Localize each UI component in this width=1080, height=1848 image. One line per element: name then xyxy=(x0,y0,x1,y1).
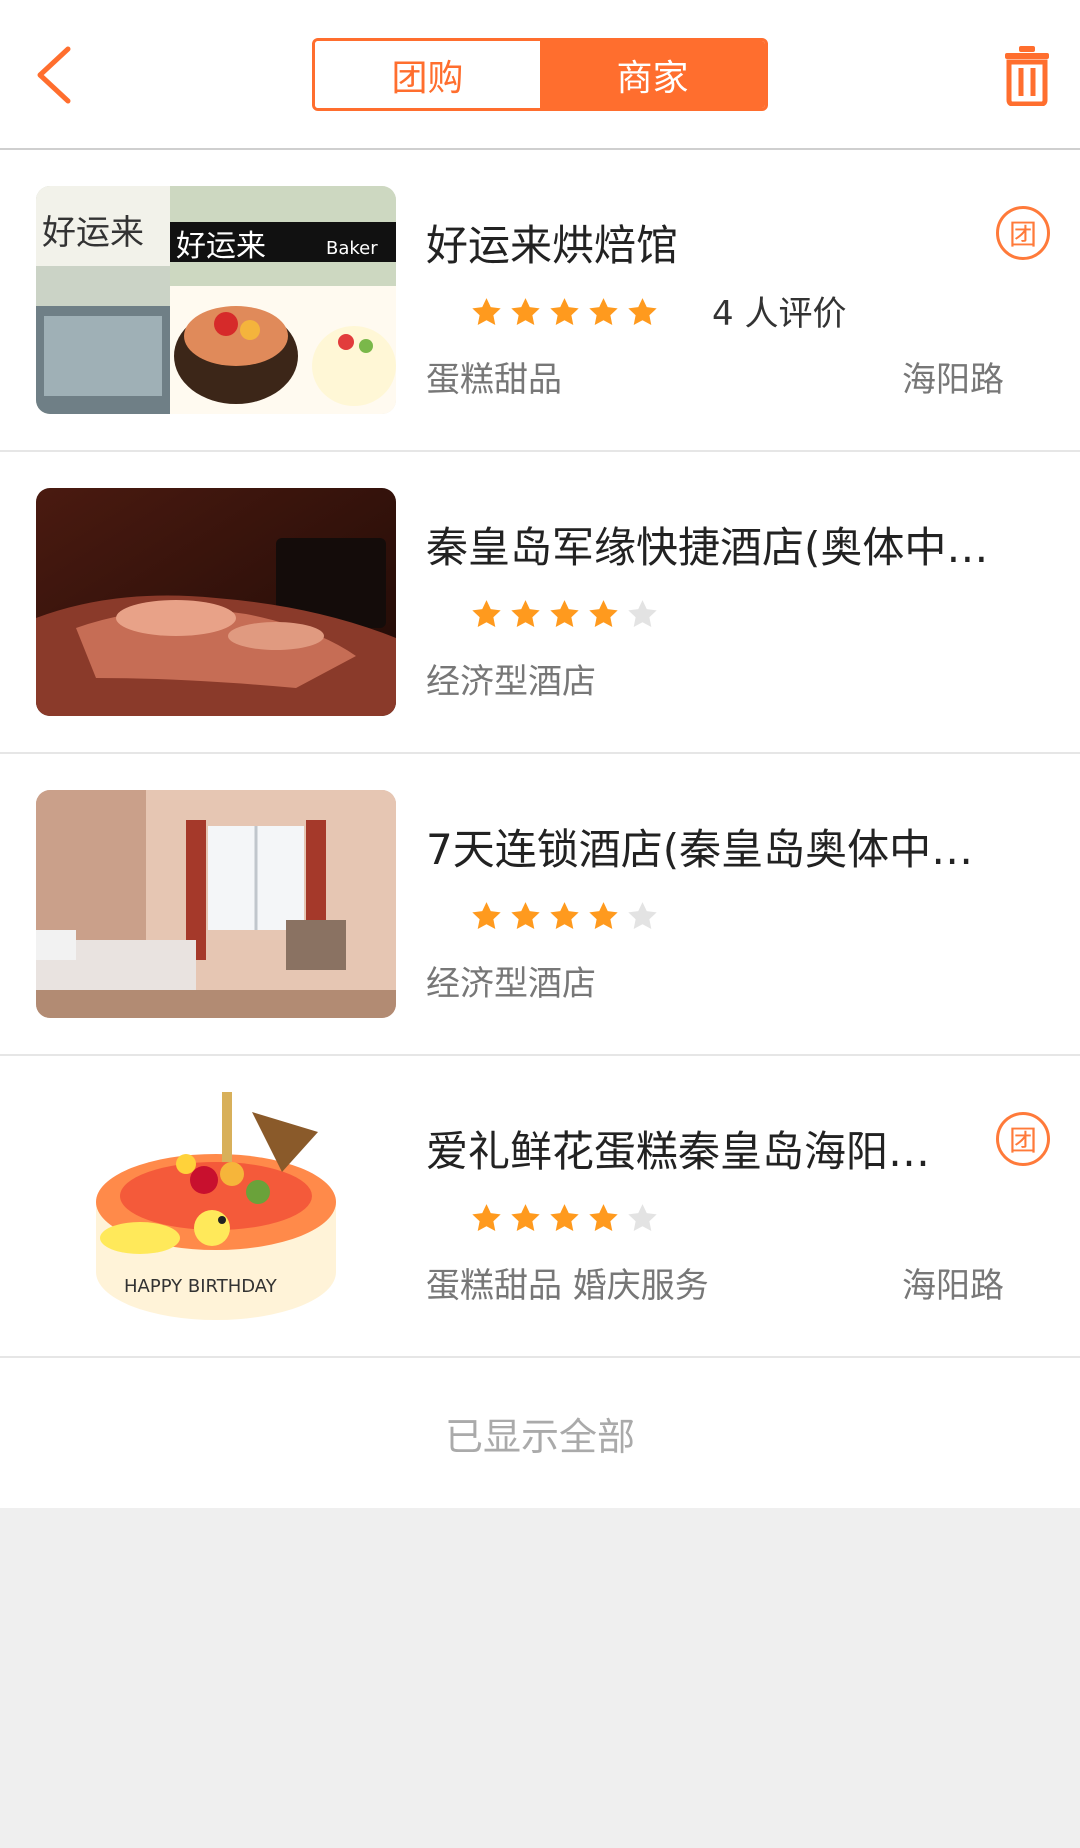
svg-text:好运来: 好运来 xyxy=(176,229,266,264)
star-filled-icon xyxy=(472,902,501,930)
tab-merchant[interactable]: 商家 xyxy=(540,41,765,108)
svg-text:好运来: 好运来 xyxy=(42,213,144,253)
star-filled-icon xyxy=(550,600,579,628)
star-filled-icon xyxy=(550,902,579,930)
star-filled-icon xyxy=(511,600,540,628)
merchant-thumbnail: HAPPY BIRTHDAY xyxy=(36,1092,396,1320)
star-filled-icon xyxy=(589,1204,618,1232)
merchant-category: 蛋糕甜品 婚庆服务 xyxy=(426,1266,709,1306)
star-filled-icon xyxy=(472,600,501,628)
header-bar: 团购 商家 xyxy=(0,0,1080,150)
merchant-category: 蛋糕甜品 xyxy=(426,360,562,400)
merchant-location: 海阳路 xyxy=(902,360,1004,400)
end-of-list-text: 已显示全部 xyxy=(444,1414,635,1459)
segment-control: 团购 商家 xyxy=(312,38,768,111)
merchant-title: 爱礼鲜花蛋糕秦皇岛海阳… xyxy=(426,1127,931,1176)
star-empty-icon xyxy=(628,1204,657,1232)
group-buy-badge-icon: 团 xyxy=(996,1112,1050,1166)
star-empty-icon xyxy=(628,902,657,930)
star-filled-icon xyxy=(550,298,579,326)
merchant-item[interactable]: HAPPY BIRTHDAY 爱礼鲜花蛋糕秦皇岛海阳… 团 蛋糕甜品 婚庆服务 … xyxy=(0,1056,1080,1358)
star-filled-icon xyxy=(511,298,540,326)
merchant-title: 7天连锁酒店(秦皇岛奥体中… xyxy=(426,825,974,874)
star-rating xyxy=(470,598,659,631)
merchant-list: 好运来 好运来 Baker 好运来烘焙馆 团 4 人评价 蛋糕甜品 海阳路 秦皇… xyxy=(0,150,1080,1508)
delete-button[interactable] xyxy=(992,40,1062,110)
merchant-title: 好运来烘焙馆 xyxy=(426,221,679,270)
merchant-location: 海阳路 xyxy=(902,1266,1004,1306)
merchant-thumbnail xyxy=(36,488,396,716)
group-buy-badge-icon: 团 xyxy=(996,206,1050,260)
star-filled-icon xyxy=(550,1204,579,1232)
merchant-thumbnail: 好运来 好运来 Baker xyxy=(36,186,396,414)
merchant-item[interactable]: 7天连锁酒店(秦皇岛奥体中… 经济型酒店 xyxy=(0,754,1080,1056)
star-filled-icon xyxy=(589,902,618,930)
star-rating xyxy=(470,900,659,933)
review-count: 4 人评价 xyxy=(712,294,847,334)
trash-icon xyxy=(1005,46,1049,106)
star-rating xyxy=(470,1202,659,1235)
merchant-title: 秦皇岛军缘快捷酒店(奥体中… xyxy=(426,523,989,572)
star-filled-icon xyxy=(511,1204,540,1232)
star-filled-icon xyxy=(589,600,618,628)
svg-text:HAPPY BIRTHDAY: HAPPY BIRTHDAY xyxy=(124,1276,278,1297)
merchant-category: 经济型酒店 xyxy=(426,964,596,1004)
star-empty-icon xyxy=(628,600,657,628)
star-filled-icon xyxy=(589,298,618,326)
merchant-item[interactable]: 秦皇岛军缘快捷酒店(奥体中… 经济型酒店 xyxy=(0,452,1080,754)
star-filled-icon xyxy=(511,902,540,930)
merchant-category: 经济型酒店 xyxy=(426,662,596,702)
merchant-item[interactable]: 好运来 好运来 Baker 好运来烘焙馆 团 4 人评价 蛋糕甜品 海阳路 xyxy=(0,150,1080,452)
svg-text:Baker: Baker xyxy=(326,238,378,259)
star-filled-icon xyxy=(472,1204,501,1232)
tab-group-buy[interactable]: 团购 xyxy=(315,41,540,108)
merchant-thumbnail xyxy=(36,790,396,1018)
star-rating xyxy=(470,296,659,329)
star-filled-icon xyxy=(628,298,657,326)
back-button[interactable] xyxy=(24,40,84,110)
chevron-left-icon xyxy=(37,46,71,104)
star-filled-icon xyxy=(472,298,501,326)
